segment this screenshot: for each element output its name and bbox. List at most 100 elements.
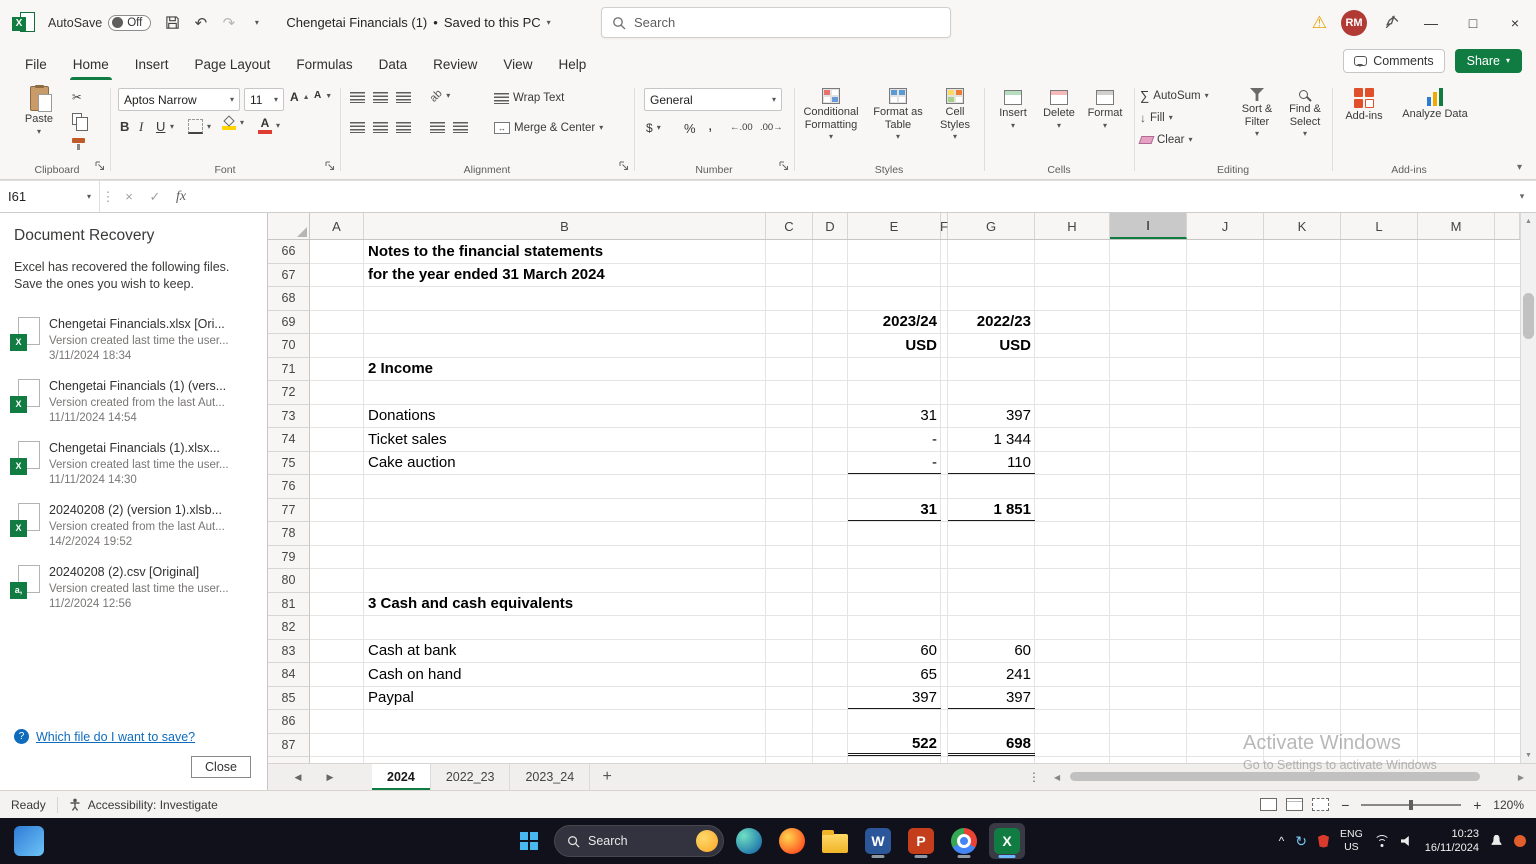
- row-header-81[interactable]: 81: [268, 592, 310, 616]
- column-header-M[interactable]: M: [1418, 213, 1495, 239]
- accessibility-button[interactable]: Accessibility: Investigate: [58, 791, 229, 818]
- cut-button[interactable]: ✂: [72, 90, 82, 104]
- cell-F77[interactable]: 31: [848, 499, 941, 521]
- clear-button[interactable]: Clear ▾: [1138, 134, 1193, 146]
- cell-F83[interactable]: 60: [848, 640, 941, 663]
- find-select-button[interactable]: Find & Select ▾: [1282, 88, 1328, 138]
- cell-G83[interactable]: 60: [948, 640, 1035, 663]
- row-header-80[interactable]: 80: [268, 569, 310, 593]
- top-align-button[interactable]: [350, 92, 365, 103]
- fill-button[interactable]: ↓ Fill ▾: [1140, 111, 1173, 125]
- increase-decimal-button[interactable]: ←.00: [730, 122, 753, 133]
- center-button[interactable]: [373, 122, 388, 133]
- underline-button[interactable]: U: [156, 119, 165, 134]
- ribbon-tab-formulas[interactable]: Formulas: [283, 49, 365, 80]
- copy-button[interactable]: [72, 113, 88, 131]
- bottom-align-button[interactable]: [396, 92, 411, 103]
- cell-B73[interactable]: Donations: [364, 405, 436, 428]
- zoom-slider[interactable]: [1361, 799, 1462, 810]
- collapse-ribbon-button[interactable]: ▾: [1517, 162, 1522, 173]
- recovery-file-item[interactable]: X Chengetai Financials.xlsx [Ori... Versio…: [10, 316, 257, 365]
- borders-button[interactable]: ▾: [188, 119, 211, 134]
- taskbar-app-firefox[interactable]: [774, 823, 810, 859]
- row-header-71[interactable]: 71: [268, 357, 310, 381]
- zoom-out-button[interactable]: −: [1338, 797, 1352, 813]
- maximize-button[interactable]: □: [1452, 0, 1494, 45]
- cell-B81[interactable]: 3 Cash and cash equivalents: [364, 593, 573, 616]
- row-header-74[interactable]: 74: [268, 428, 310, 452]
- ribbon-tab-review[interactable]: Review: [420, 49, 490, 80]
- merge-center-button[interactable]: ↔ Merge & Center ▾: [494, 122, 603, 134]
- horizontal-scrollbar[interactable]: [1068, 772, 1506, 782]
- align-right-button[interactable]: [396, 122, 411, 133]
- ribbon-tab-insert[interactable]: Insert: [122, 49, 182, 80]
- ribbon-tab-data[interactable]: Data: [366, 49, 421, 80]
- vertical-scrollbar[interactable]: ▲ ▼: [1520, 213, 1536, 763]
- taskbar-app-powerpoint[interactable]: P: [903, 823, 939, 859]
- sheet-tab-menu-icon[interactable]: ⋮: [1028, 764, 1040, 790]
- align-left-button[interactable]: [350, 122, 365, 133]
- column-header-J[interactable]: J: [1187, 213, 1264, 239]
- save-button[interactable]: [159, 8, 186, 38]
- widgets-icon[interactable]: [14, 826, 44, 856]
- redo-button[interactable]: ↷: [215, 8, 242, 38]
- formula-input[interactable]: [194, 181, 1508, 212]
- autosave-toggle[interactable]: Off: [108, 14, 152, 31]
- row-header-66[interactable]: 66: [268, 240, 310, 264]
- column-header-F[interactable]: F: [940, 213, 948, 239]
- close-button[interactable]: ×: [1494, 0, 1536, 45]
- recovery-file-item[interactable]: X 20240208 (2) (version 1).xlsb... Version…: [10, 502, 257, 551]
- analyze-data-button[interactable]: Analyze Data: [1400, 88, 1470, 121]
- taskbar-app-edge[interactable]: [731, 823, 767, 859]
- row-header-82[interactable]: 82: [268, 616, 310, 640]
- ribbon-tab-view[interactable]: View: [490, 49, 545, 80]
- percent-style-button[interactable]: %: [684, 121, 696, 136]
- row-header-86[interactable]: 86: [268, 710, 310, 734]
- row-header-72[interactable]: 72: [268, 381, 310, 405]
- row-header-87[interactable]: 87: [268, 733, 310, 757]
- taskbar-app-excel[interactable]: X: [989, 823, 1025, 859]
- underline-options[interactable]: ▾: [170, 123, 174, 131]
- hscroll-right-arrow[interactable]: ▶: [1518, 764, 1524, 790]
- decrease-decimal-button[interactable]: .00→: [760, 122, 783, 133]
- accounting-format-button[interactable]: $ ▾: [646, 121, 661, 135]
- notification-badge-icon[interactable]: [1514, 835, 1526, 847]
- row-header-76[interactable]: 76: [268, 475, 310, 499]
- shrink-font-button[interactable]: A ▼: [314, 91, 332, 101]
- sheet-tab-2023_24[interactable]: 2023_24: [510, 764, 591, 790]
- cell-B83[interactable]: Cash at bank: [364, 640, 456, 663]
- vertical-scroll-thumb[interactable]: [1523, 293, 1534, 339]
- number-format-select[interactable]: General ▾: [644, 88, 782, 111]
- pin-icon[interactable]: [1383, 14, 1400, 31]
- row-header-77[interactable]: 77: [268, 498, 310, 522]
- insert-function-button[interactable]: fx: [168, 181, 194, 212]
- ribbon-tab-page-layout[interactable]: Page Layout: [182, 49, 284, 80]
- column-header-K[interactable]: K: [1264, 213, 1341, 239]
- column-header-E[interactable]: E: [848, 213, 941, 239]
- alignment-dialog-launcher[interactable]: [619, 159, 629, 174]
- column-header-D[interactable]: D: [813, 213, 848, 239]
- italic-button[interactable]: I: [139, 119, 143, 135]
- cell-G77[interactable]: 1 851: [948, 499, 1035, 521]
- recovery-file-item[interactable]: X Chengetai Financials (1) (vers... Versio…: [10, 378, 257, 427]
- column-header-C[interactable]: C: [766, 213, 813, 239]
- font-color-button[interactable]: A ▾: [258, 117, 280, 134]
- cell-B84[interactable]: Cash on hand: [364, 663, 461, 686]
- bold-button[interactable]: B: [120, 119, 129, 134]
- format-cells-button[interactable]: Format ▾: [1084, 90, 1126, 130]
- normal-view-icon[interactable]: [1260, 798, 1278, 811]
- security-alert-icon[interactable]: [1317, 834, 1329, 848]
- cell-F74[interactable]: -: [848, 428, 941, 451]
- row-header-73[interactable]: 73: [268, 404, 310, 428]
- scroll-down-arrow[interactable]: ▼: [1521, 747, 1536, 763]
- language-indicator[interactable]: ENG US: [1340, 828, 1363, 853]
- format-painter-button[interactable]: [72, 138, 85, 150]
- name-box-resize-handle[interactable]: ⋮: [100, 181, 116, 212]
- row-header-70[interactable]: 70: [268, 334, 310, 358]
- ribbon-tab-home[interactable]: Home: [60, 49, 122, 80]
- cell-B85[interactable]: Paypal: [364, 687, 414, 710]
- minimize-button[interactable]: —: [1410, 0, 1452, 45]
- column-header-I[interactable]: I: [1110, 213, 1187, 239]
- recovery-file-item[interactable]: X Chengetai Financials (1).xlsx... Version…: [10, 440, 257, 489]
- cell-B74[interactable]: Ticket sales: [364, 428, 447, 451]
